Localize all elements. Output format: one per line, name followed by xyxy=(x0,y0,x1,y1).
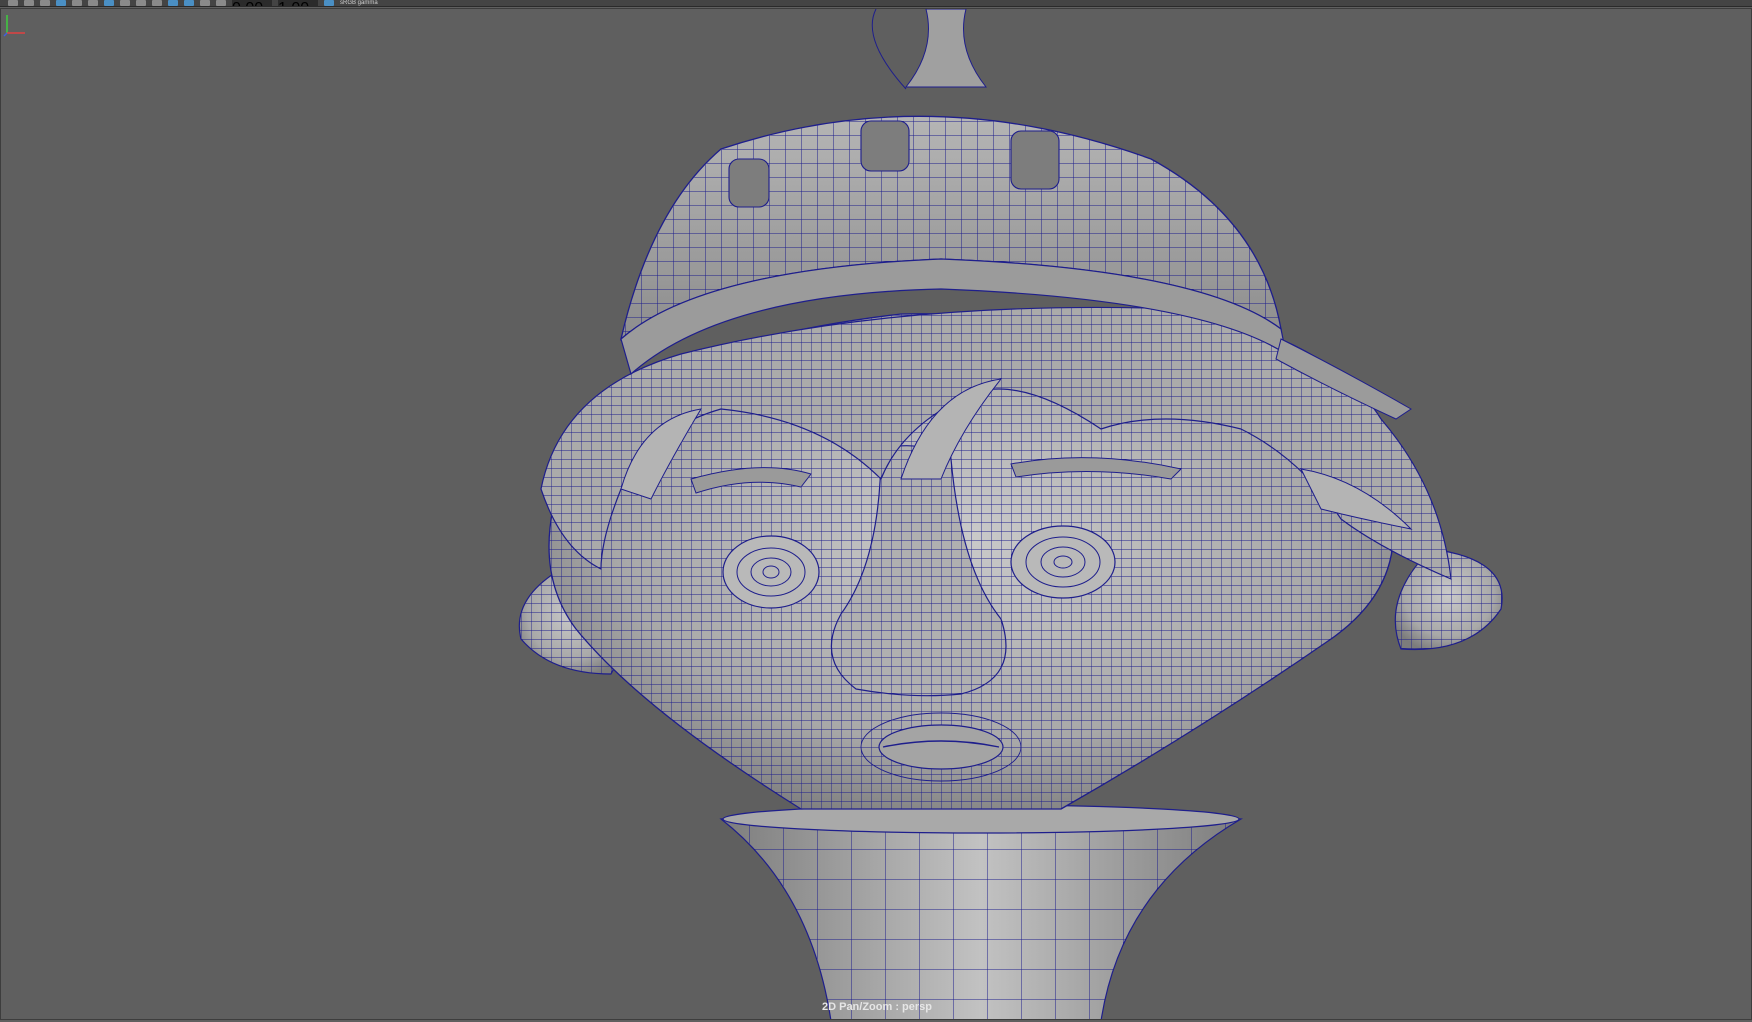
shadows-icon[interactable] xyxy=(184,0,194,6)
axis-z-line xyxy=(3,32,8,37)
snap-curve-icon[interactable] xyxy=(72,0,82,6)
xray-icon[interactable] xyxy=(216,0,226,6)
smooth-shade-icon[interactable] xyxy=(136,0,146,6)
helmet-vent-center xyxy=(860,120,910,172)
helmet-plume xyxy=(871,9,988,90)
exposure-field[interactable]: 0.00 xyxy=(232,0,272,6)
helmet-vent-left xyxy=(728,158,770,208)
neck-mesh xyxy=(719,804,1243,1019)
viewport-panel-toolbar: 0.00 1.00 sRGB gamma xyxy=(0,0,1752,7)
select-tool-icon[interactable] xyxy=(8,0,18,6)
viewport-hud-label: 2D Pan/Zoom : persp xyxy=(821,1001,933,1013)
isolate-icon[interactable] xyxy=(200,0,210,6)
character-head-model xyxy=(518,9,1503,1019)
perspective-viewport[interactable]: 2D Pan/Zoom : persp xyxy=(0,8,1752,1020)
lasso-tool-icon[interactable] xyxy=(24,0,34,6)
wireframe-icon[interactable] xyxy=(120,0,130,6)
lighting-icon[interactable] xyxy=(168,0,178,6)
paint-tool-icon[interactable] xyxy=(40,0,50,6)
textured-icon[interactable] xyxy=(152,0,162,6)
gamma-field[interactable]: 1.00 xyxy=(278,0,318,6)
left-eye xyxy=(722,535,820,609)
helmet-vent-right xyxy=(1010,130,1060,190)
camera-icon[interactable] xyxy=(104,0,114,6)
snap-point-icon[interactable] xyxy=(88,0,98,6)
view-axis-indicator xyxy=(3,15,25,37)
color-management-icon[interactable] xyxy=(324,0,334,6)
right-eye xyxy=(1010,525,1116,599)
colorspace-label[interactable]: sRGB gamma xyxy=(340,0,378,6)
snap-grid-icon[interactable] xyxy=(56,0,66,6)
